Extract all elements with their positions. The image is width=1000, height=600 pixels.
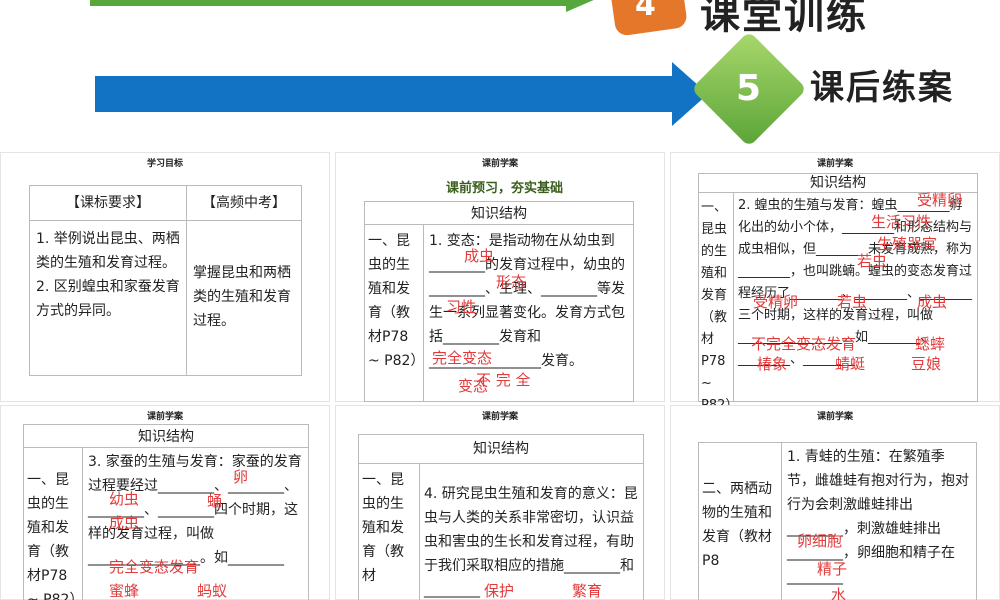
knowledge-structure-title: 知识结构 [364, 201, 634, 225]
knowledge-structure-title: 知识结构 [23, 424, 309, 448]
answer: 卵细胞 [797, 532, 843, 550]
answer: 豆娘 [911, 355, 942, 373]
answer: 若虫 [857, 252, 888, 270]
blue-arrow-shaft [95, 76, 675, 112]
answer: 精子 [817, 560, 848, 578]
thumbnail-insects-3[interactable]: 课前学案 知识结构 一、昆虫的生殖和发育（教材P78 ~ P82） 3. 家蚕的… [0, 405, 330, 600]
thumbnail-insects-4[interactable]: 课前学案 知识结构 一、昆虫的生殖和发育（教材 4. 研究昆虫生殖和发育的意义：… [335, 405, 665, 600]
panel-header: 课前学案 [816, 412, 853, 422]
panel-header: 课前学案 [481, 412, 518, 422]
content-text: 1. 青蛙的生殖：在繁殖季节，雌雄蛙有抱对行为，抱对行为会刺激雌蛙排出_____… [781, 442, 977, 600]
answer: 受精卵 [917, 191, 963, 209]
answer: 完全变态 [432, 349, 493, 367]
panel-header: 学习目标 [146, 159, 183, 169]
answer: 若虫 [837, 293, 868, 311]
slide-root: 4 课堂训练 5 课后练案 学习目标 【课标要求】 【高频中考】 1. 举例说出… [0, 0, 1000, 600]
answer: 卵 [233, 468, 249, 486]
panel-header: 课前学案 [481, 159, 518, 169]
answer: 保护 [484, 582, 515, 600]
thumbnail-insects-1[interactable]: 课前学案 课前预习，夯实基础 知识结构 一、昆虫的生殖和发育（教材P78 ~ P… [335, 152, 665, 402]
answer: 完全变态发育 [109, 558, 200, 576]
answer: 椿象 [757, 355, 788, 373]
answer: 形态 [496, 273, 527, 291]
section-title-5: 课后练案 [810, 68, 954, 108]
section-label: 一、昆虫的生殖和发育（教材P78 ~ P82） [698, 192, 738, 413]
table-header-exam: 【高频中考】 [186, 185, 302, 221]
requirement-cell: 1. 举例说出昆虫、两栖类的生殖和发育过程。 2. 区别蝗虫和家蚕发育方式的异同… [29, 220, 187, 376]
panel-header: 课前学案 [816, 159, 853, 169]
answer: 成虫 [109, 514, 140, 532]
green-arrow-shaft [90, 0, 570, 6]
answer: 繁育 [572, 582, 603, 600]
thumbnail-insects-2[interactable]: 课前学案 知识结构 一、昆虫的生殖和发育（教材P78 ~ P82） 2. 蝗虫的… [670, 152, 1000, 413]
exam-cell: 掌握昆虫和两栖类的生殖和发育过程。 [186, 220, 302, 376]
requirement-1: 1. 举例说出昆虫、两栖类的生殖和发育过程。 [36, 231, 180, 271]
answer: 蛹 [207, 492, 223, 510]
panel-subtitle: 课前预习，夯实基础 [446, 181, 564, 196]
answer: 蟋蟀 [915, 335, 946, 353]
answer: 蜻蜓 [835, 355, 866, 373]
section-label: 二、两栖动物的生殖和发育（教材P8 [698, 442, 782, 600]
green-badge-number: 5 [736, 68, 762, 109]
answer: 蜜蜂 [109, 582, 140, 600]
answer: 习性 [446, 298, 477, 316]
answer: 幼虫 [109, 490, 140, 508]
requirement-2: 2. 区别蝗虫和家蚕发育方式的异同。 [36, 279, 180, 319]
green-arrow-head-icon [566, 0, 596, 12]
answer: 成虫 [464, 247, 495, 265]
thumbnail-learning-goals[interactable]: 学习目标 【课标要求】 【高频中考】 1. 举例说出昆虫、两栖类的生殖和发育过程… [0, 152, 330, 402]
answer: 受精卵 [753, 293, 799, 311]
answer: 蚂蚁 [197, 582, 228, 600]
answer: 不 完 全 [476, 371, 531, 389]
section-label: 一、昆虫的生殖和发育（教材 [358, 463, 420, 600]
answer: 生活习性 [871, 213, 932, 231]
thumbnail-amphibians[interactable]: 课前学案 二、两栖动物的生殖和发育（教材P8 1. 青蛙的生殖：在繁殖季节，雌雄… [670, 405, 1000, 600]
table-header-requirement: 【课标要求】 [29, 185, 187, 221]
section-title-4: 课堂训练 [700, 0, 868, 38]
knowledge-structure-title: 知识结构 [358, 434, 644, 464]
answer: 水 [831, 586, 847, 600]
orange-badge-number: 4 [635, 0, 656, 23]
content-text: 4. 研究昆虫生殖和发育的意义：昆虫与人类的关系非常密切，认识益虫和害虫的生长和… [419, 463, 644, 600]
answer: 不完全变态发育 [751, 335, 857, 353]
panel-header: 课前学案 [146, 412, 183, 422]
section-label: 一、昆虫的生殖和发育（教材P78 ~ P82） [364, 224, 424, 402]
answer: 成虫 [917, 293, 948, 311]
section-label: 一、昆虫的生殖和发育（教材P78 ~ P82） [23, 447, 83, 600]
